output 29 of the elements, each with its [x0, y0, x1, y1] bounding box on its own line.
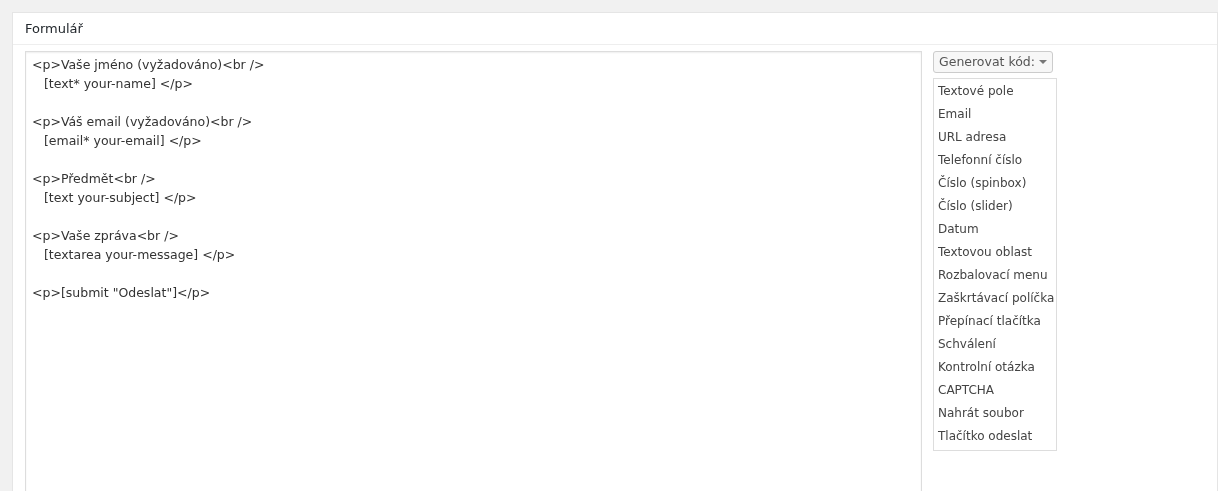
generate-code-dropdown[interactable]: Generovat kód: [933, 51, 1054, 73]
code-line: [text* your-name] </p> [42, 75, 193, 93]
code-line: <p>Vaše jméno (vyžadováno)<br /> [32, 56, 265, 74]
code-line: <p>[submit "Odeslat"]</p> [32, 284, 211, 302]
code-line: [text your-subject] </p> [42, 189, 197, 207]
menu-item[interactable]: Datum [934, 218, 1056, 241]
menu-item[interactable]: Kontrolní otázka [934, 356, 1056, 379]
menu-item[interactable]: Textovou oblast [934, 241, 1056, 264]
code-editor-field[interactable] [25, 51, 922, 491]
code-line: <p>Váš email (vyžadováno)<br /> [32, 113, 253, 131]
menu-item[interactable]: Telefonní číslo [934, 149, 1056, 172]
menu-item[interactable]: Email [934, 103, 1056, 126]
menu-item[interactable]: Schválení [934, 333, 1056, 356]
menu-item[interactable]: Číslo (slider) [934, 195, 1056, 218]
code-line: <p>Vaše zpráva<br /> [32, 227, 179, 245]
code-line: [textarea your-message] </p> [42, 246, 236, 264]
menu-item[interactable]: Textové pole [934, 80, 1056, 103]
menu-item[interactable]: Nahrát soubor [934, 402, 1056, 425]
menu-item[interactable]: Tlačítko odeslat [934, 425, 1056, 448]
menu-item[interactable]: Zaškrtávací políčka [934, 287, 1056, 310]
panel-title: Formulář [25, 19, 83, 38]
caret-icon [1039, 60, 1048, 64]
code-line: [email* your-email] </p> [42, 132, 202, 150]
menu-item[interactable]: Číslo (spinbox) [934, 172, 1056, 195]
menu-item[interactable]: URL adresa [934, 126, 1056, 149]
menu-item[interactable]: CAPTCHA [934, 379, 1056, 402]
code-line: <p>Předmět<br /> [32, 170, 156, 188]
menu-item[interactable]: Rozbalovací menu [934, 264, 1056, 287]
menu-item[interactable]: Přepínací tlačítka [934, 310, 1056, 333]
